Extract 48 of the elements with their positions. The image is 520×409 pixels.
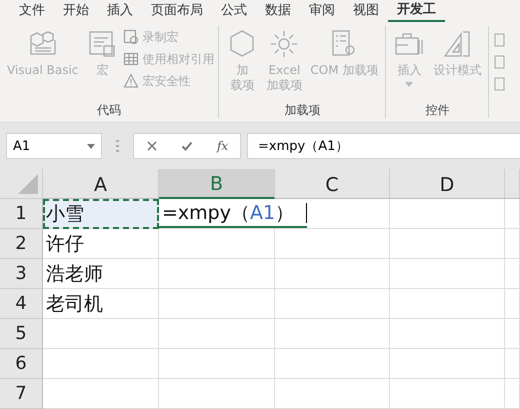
table-cell: 小雪 [43, 199, 159, 229]
column-header[interactable]: B [159, 169, 275, 199]
row-header[interactable]: 6 [0, 349, 43, 379]
table-cell: 老司机 [43, 289, 159, 319]
splitter-icon[interactable] [116, 139, 119, 153]
cancel-icon[interactable] [146, 140, 158, 152]
table-cell [505, 229, 520, 259]
ribbon-tab[interactable]: 开始 [54, 1, 98, 21]
table-cell [505, 349, 520, 379]
caret-icon [87, 144, 95, 148]
table-cell [505, 319, 520, 349]
caret-icon [405, 82, 414, 87]
ribbon-icons-drawing [493, 32, 506, 92]
column-header[interactable]: D [390, 169, 505, 199]
ribbon-tab[interactable]: 页面布局 [142, 1, 212, 21]
ribbon-tab[interactable]: 数据 [256, 1, 300, 21]
row-header[interactable]: 4 [0, 289, 43, 319]
cell-editor[interactable]: =xmpy（A1） [159, 199, 308, 228]
ribbon-tab[interactable]: 视图 [344, 1, 388, 21]
row-header[interactable]: 5 [0, 319, 43, 349]
ribbon-tab[interactable]: 审阅 [300, 1, 344, 21]
row-header[interactable]: 7 [0, 379, 43, 409]
column-header[interactable] [505, 169, 520, 199]
table-cell [505, 199, 520, 229]
table-cell [505, 259, 520, 289]
ribbon-tab[interactable]: 文件 [10, 1, 54, 21]
grid-icon [123, 51, 140, 67]
insert-function-button[interactable]: fx [216, 139, 228, 153]
row-header[interactable]: 3 [0, 259, 43, 289]
group-label: 代码 [96, 102, 122, 118]
select-all-icon[interactable] [18, 174, 38, 194]
ribbon-tab[interactable]: 公式 [212, 1, 256, 21]
column-header[interactable]: A [43, 169, 159, 199]
table-cell [505, 289, 520, 319]
column-header[interactable]: C [275, 169, 390, 199]
row-header[interactable]: 1 [0, 199, 43, 229]
name-box[interactable]: A1 [6, 133, 102, 159]
table-cell: 许仔 [43, 229, 159, 259]
check-icon[interactable] [181, 140, 194, 152]
group-label: 控件 [424, 102, 450, 118]
ribbon-tab[interactable]: 插入 [98, 1, 142, 21]
table-cell: 浩老师 [43, 259, 159, 289]
warning-icon [123, 73, 140, 89]
record-icon [123, 29, 140, 45]
table-cell [505, 379, 520, 409]
row-header[interactable]: 2 [0, 229, 43, 259]
formula-field[interactable]: =xmpy（A1） [247, 133, 520, 159]
group-label: 加载项 [283, 102, 322, 118]
